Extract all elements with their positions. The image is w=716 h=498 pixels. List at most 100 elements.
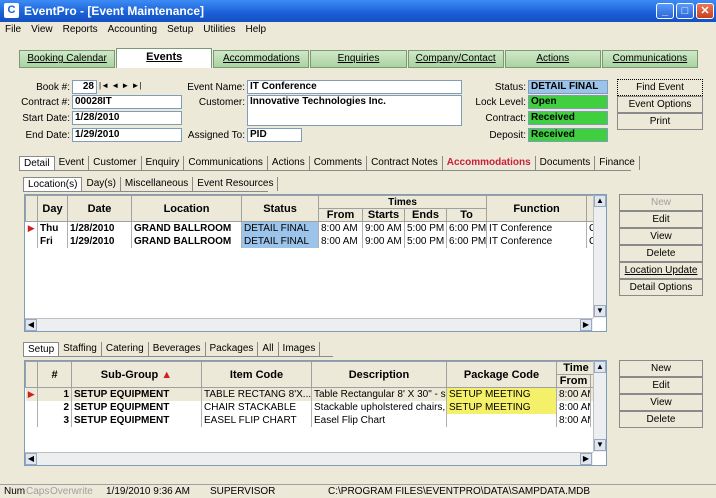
table-row[interactable]: Fri 1/29/2010 GRAND BALLROOM DETAIL FINA… [25, 235, 597, 248]
menu-help[interactable]: Help [241, 22, 272, 37]
scroll-down-icon[interactable]: ▼ [594, 305, 606, 317]
scroll-left-icon[interactable]: ◀ [25, 453, 37, 465]
deposit-field[interactable]: Received [528, 128, 608, 142]
tab-staffing[interactable]: Staffing [59, 342, 102, 356]
status-field[interactable]: DETAIL FINAL [528, 80, 608, 94]
menu-view[interactable]: View [26, 22, 58, 37]
close-button[interactable]: ✕ [696, 3, 714, 19]
scroll-left-icon[interactable]: ◀ [25, 319, 37, 331]
maximize-button[interactable]: □ [676, 3, 694, 19]
col-description[interactable]: Description [311, 361, 447, 388]
col-sub-group[interactable]: Sub-Group ▲ [71, 361, 202, 388]
next-record-button[interactable]: ► [121, 81, 129, 90]
tab-event-resources[interactable]: Event Resources [193, 177, 279, 191]
scroll-up-icon[interactable]: ▲ [594, 361, 606, 373]
customer-label: Customer: [198, 97, 245, 108]
table-row[interactable]: 2 SETUP EQUIPMENT CHAIR STACKABLE Stacka… [25, 401, 597, 414]
tab-finance[interactable]: Finance [595, 156, 640, 170]
setup-horizontal-scrollbar[interactable]: ◀ ▶ [25, 452, 593, 465]
tab-enquiry[interactable]: Enquiry [142, 156, 185, 170]
col-package-code[interactable]: Package Code [446, 361, 557, 388]
contract-status-field[interactable]: Received [528, 111, 608, 125]
tab-accommodations-detail[interactable]: Accommodations [443, 156, 536, 170]
tab-catering[interactable]: Catering [102, 342, 149, 356]
table-row[interactable]: 3 SETUP EQUIPMENT EASEL FLIP CHART Easel… [25, 414, 597, 427]
customer-field[interactable]: Innovative Technologies Inc. [247, 95, 462, 126]
setup-new-button[interactable]: New [619, 360, 703, 377]
menu-accounting[interactable]: Accounting [103, 22, 162, 37]
scroll-down-icon[interactable]: ▼ [594, 439, 606, 451]
location-edit-button[interactable]: Edit [619, 211, 703, 228]
col-item-code[interactable]: Item Code [201, 361, 312, 388]
setup-delete-button[interactable]: Delete [619, 411, 703, 428]
tab-communications[interactable]: Communications [601, 50, 698, 68]
first-record-button[interactable]: |◄ [99, 81, 109, 90]
tab-events[interactable]: Events [116, 48, 213, 68]
scroll-right-icon[interactable]: ▶ [580, 319, 592, 331]
location-vertical-scrollbar[interactable]: ▲ ▼ [593, 195, 606, 318]
tab-contract-notes[interactable]: Contract Notes [367, 156, 443, 170]
event-options-button[interactable]: Event Options [617, 96, 703, 113]
table-row[interactable]: ▶ Thu 1/28/2010 GRAND BALLROOM DETAIL FI… [25, 221, 597, 235]
setup-vertical-scrollbar[interactable]: ▲ ▼ [593, 361, 606, 452]
print-button[interactable]: Print [617, 113, 703, 130]
location-delete-button[interactable]: Delete [619, 245, 703, 262]
table-row[interactable]: ▶ 1 SETUP EQUIPMENT TABLE RECTANG 8'X...… [25, 387, 597, 401]
setup-edit-button[interactable]: Edit [619, 377, 703, 394]
col-number[interactable]: # [37, 361, 72, 388]
tab-event[interactable]: Event [55, 156, 90, 170]
location-view-button[interactable]: View [619, 228, 703, 245]
end-date-field[interactable]: 1/29/2010 [72, 128, 182, 142]
detail-options-button[interactable]: Detail Options [619, 279, 703, 296]
assigned-to-field[interactable]: PID [247, 128, 302, 142]
start-date-field[interactable]: 1/28/2010 [72, 111, 182, 125]
scroll-right-icon[interactable]: ▶ [580, 453, 592, 465]
tab-communications-detail[interactable]: Communications [184, 156, 268, 170]
tab-days[interactable]: Day(s) [82, 177, 121, 191]
tab-actions[interactable]: Actions [504, 50, 601, 68]
location-new-button[interactable]: New [619, 194, 703, 211]
book-number-field[interactable]: 28 [72, 80, 97, 94]
lock-level-field[interactable]: Open [528, 95, 608, 109]
tab-comments[interactable]: Comments [310, 156, 368, 170]
col-status[interactable]: Status [241, 195, 319, 222]
menu-file[interactable]: File [0, 22, 26, 37]
col-function[interactable]: Function [486, 195, 588, 222]
contract-number-field[interactable]: 00028IT [72, 95, 182, 109]
event-name-field[interactable]: IT Conference [247, 80, 462, 94]
scroll-up-icon[interactable]: ▲ [594, 195, 606, 207]
tab-company-contact[interactable]: Company/Contact [407, 50, 504, 68]
setup-view-button[interactable]: View [619, 394, 703, 411]
col-ends[interactable]: Ends [404, 208, 447, 222]
col-to[interactable]: To [445, 208, 488, 222]
col-from[interactable]: From [318, 208, 363, 222]
tab-customer[interactable]: Customer [89, 156, 142, 170]
col-from-setup[interactable]: From [556, 374, 591, 388]
menu-setup[interactable]: Setup [162, 22, 198, 37]
tab-packages[interactable]: Packages [206, 342, 259, 356]
last-record-button[interactable]: ►| [132, 81, 142, 90]
tab-documents[interactable]: Documents [536, 156, 596, 170]
col-location[interactable]: Location [131, 195, 242, 222]
tab-setup[interactable]: Setup [23, 342, 60, 356]
col-starts[interactable]: Starts [362, 208, 405, 222]
tab-accommodations[interactable]: Accommodations [213, 50, 310, 68]
menu-reports[interactable]: Reports [58, 22, 103, 37]
tab-all[interactable]: All [258, 342, 279, 356]
tab-detail[interactable]: Detail [19, 156, 55, 170]
tab-booking-calendar[interactable]: Booking Calendar [19, 50, 116, 68]
location-horizontal-scrollbar[interactable]: ◀ ▶ [25, 318, 593, 331]
tab-enquiries[interactable]: Enquiries [310, 50, 407, 68]
tab-images[interactable]: Images [279, 342, 321, 356]
col-date[interactable]: Date [67, 195, 132, 222]
col-day[interactable]: Day [37, 195, 68, 222]
tab-actions-detail[interactable]: Actions [268, 156, 310, 170]
tab-locations[interactable]: Location(s) [23, 177, 83, 191]
minimize-button[interactable]: _ [656, 3, 674, 19]
find-event-button[interactable]: Find Event [617, 79, 703, 96]
tab-miscellaneous[interactable]: Miscellaneous [121, 177, 194, 191]
prev-record-button[interactable]: ◄ [111, 81, 119, 90]
tab-beverages[interactable]: Beverages [149, 342, 206, 356]
location-update-button[interactable]: Location Update [619, 262, 703, 279]
menu-utilities[interactable]: Utilities [198, 22, 240, 37]
